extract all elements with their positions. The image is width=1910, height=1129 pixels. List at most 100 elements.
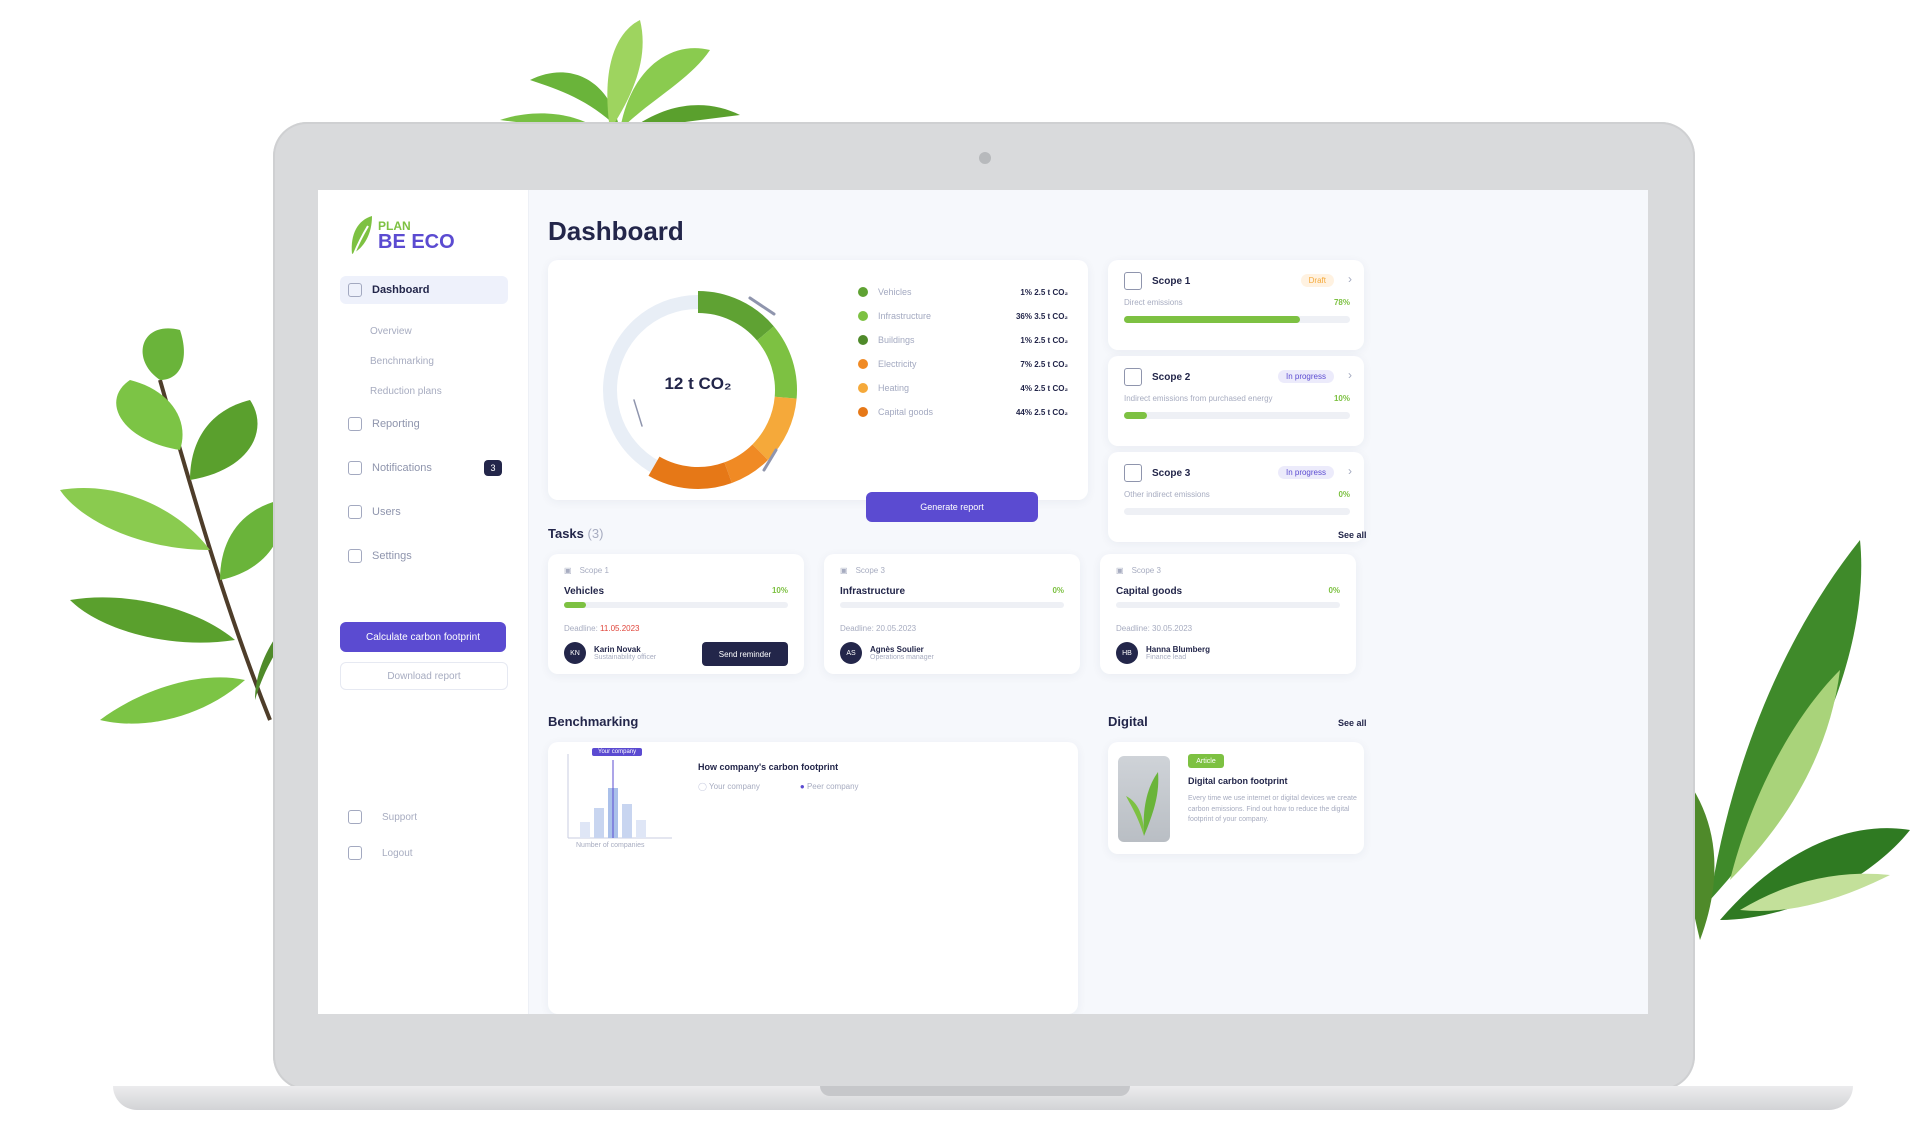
leaf-right-decoration — [1670, 540, 1910, 940]
tasks-see-all-link[interactable]: See all — [1338, 530, 1367, 540]
status-badge: Draft — [1300, 274, 1334, 287]
donut-segment — [648, 456, 732, 489]
benchmarking-card: Your company Number of companies How com… — [548, 742, 1078, 1014]
sidebar: PLAN BE ECO Dashboard Overview Benchmark… — [318, 190, 529, 1014]
bell-icon — [348, 461, 362, 475]
scope-card[interactable]: Scope 1 Draft › Direct emissions 78% — [1108, 260, 1364, 350]
scope-card[interactable]: Scope 3 In progress › Other indirect emi… — [1108, 452, 1364, 542]
your-company-marker: Your company — [592, 748, 643, 756]
task-title: Capital goods — [1116, 586, 1183, 597]
digital-article-card[interactable]: Article Digital carbon footprint Every t… — [1108, 742, 1364, 854]
assignee-name: Karin Novak — [594, 645, 641, 654]
legend-value: 36% 3.5 t CO₂ — [1015, 311, 1068, 321]
legend-dot — [858, 359, 868, 369]
legend-value: 4% 2.5 t CO₂ — [1020, 383, 1068, 393]
laptop-base-notch — [820, 1086, 1130, 1096]
avatar: KN — [564, 642, 586, 664]
article-text: Every time we use internet or digital de… — [1188, 795, 1357, 823]
sidebar-item-label: Reporting — [372, 418, 420, 430]
sidebar-subitem-benchmarking[interactable]: Benchmarking — [340, 350, 508, 372]
support-icon — [348, 810, 362, 824]
sidebar-item-dashboard[interactable]: Dashboard — [340, 276, 508, 304]
sidebar-item-users[interactable]: Users — [340, 498, 508, 526]
calculate-footprint-button[interactable]: Calculate carbon footprint — [340, 622, 506, 652]
scope-description: Direct emissions — [1124, 298, 1183, 307]
task-deadline: Deadline: 11.05.2023 — [564, 624, 640, 633]
plant-image — [1118, 756, 1170, 842]
scope-progress-fill — [1124, 316, 1301, 323]
legend-label: Peer company — [806, 782, 859, 791]
task-progress-bar — [840, 602, 1064, 608]
task-scope-label: Scope 1 — [579, 566, 609, 575]
legend-row: Infrastructure 36% 3.5 t CO₂ — [858, 304, 1068, 328]
legend-dot — [858, 287, 868, 297]
scope-percent: 10% — [1333, 394, 1350, 403]
app-screen: PLAN BE ECO Dashboard Overview Benchmark… — [318, 190, 1648, 1014]
sidebar-item-label: Logout — [382, 847, 413, 859]
chevron-right-icon[interactable]: › — [1348, 368, 1352, 382]
factory-icon — [1124, 272, 1142, 290]
leaf-top-decoration — [500, 20, 740, 130]
sidebar-item-settings[interactable]: Settings — [340, 542, 508, 570]
leaf-logo-icon — [351, 216, 372, 255]
bolt-icon — [1124, 368, 1142, 386]
sidebar-item-label: Settings — [372, 550, 412, 562]
task-card[interactable]: ▣ Scope 3 Infrastructure 0% Deadline: 20.… — [824, 554, 1080, 674]
scope-percent: 0% — [1338, 490, 1350, 499]
legend-value: 44% 2.5 t CO₂ — [1015, 407, 1068, 417]
generate-report-button[interactable]: Generate report — [866, 492, 1038, 522]
legend-dot — [858, 407, 868, 417]
download-report-button[interactable]: Download report — [340, 662, 508, 690]
page-title: Dashboard — [548, 216, 684, 246]
scope-title: Scope 1 — [1152, 275, 1191, 287]
legend-name: Vehicles — [878, 287, 912, 297]
legend-value: 1% 2.5 t CO₂ — [1020, 335, 1068, 345]
task-assignee: HB Hanna Blumberg Finance lead — [1116, 642, 1210, 664]
benchmark-legend: ◯ Your company ● Peer company — [698, 782, 859, 791]
tasks-section-title: Tasks (3) — [548, 526, 603, 541]
task-title: Vehicles — [564, 586, 605, 597]
factory-icon: ▣ — [564, 566, 572, 575]
sidebar-item-notifications[interactable]: Notifications 3 — [340, 454, 508, 482]
emissions-legend: Vehicles 1% 2.5 t CO₂ Infrastructure 36% 3.… — [858, 280, 1068, 424]
scopes-panel: Scope 1 Draft › Direct emissions 78% Sco… — [1108, 260, 1364, 542]
donut-segment — [697, 291, 774, 341]
sidebar-subitem-reduction-plans[interactable]: Reduction plans — [340, 380, 508, 402]
legend-value: 1% 2.5 t CO₂ — [1020, 287, 1068, 297]
legend-dot — [858, 311, 868, 321]
send-reminder-button[interactable]: Send reminder — [702, 642, 788, 666]
network-icon: ▣ — [1116, 566, 1124, 575]
deadline-label: Deadline: — [564, 624, 598, 633]
legend-value: 7% 2.5 t CO₂ — [1020, 359, 1068, 369]
status-badge: In progress — [1277, 370, 1334, 383]
sidebar-item-label: Support — [382, 811, 418, 823]
scope-progress-bar — [1124, 412, 1350, 419]
app-logo[interactable]: PLAN BE ECO — [348, 214, 455, 258]
assignee-role: Finance lead — [1146, 654, 1187, 661]
gear-icon — [348, 549, 362, 563]
legend-row: Vehicles 1% 2.5 t CO₂ — [858, 280, 1068, 304]
scope-title: Scope 3 — [1152, 467, 1191, 479]
donut-segment — [752, 396, 797, 461]
assignee-name: Agnès Soulier — [870, 645, 924, 654]
legend-dot — [858, 335, 868, 345]
emissions-summary-card: 12 t CO₂ Vehicles 1% 2.5 t CO₂ Infrastruct… — [548, 260, 1088, 522]
benchmark-histogram — [567, 754, 672, 839]
deadline-date: 20.05.2023 — [876, 624, 917, 633]
legend-label: Your company — [709, 782, 760, 791]
deadline-label: Deadline: — [1116, 624, 1150, 633]
task-card[interactable]: ▣ Scope 3 Capital goods 0% Deadline: 30.0… — [1100, 554, 1356, 674]
scope-card[interactable]: Scope 2 In progress › Indirect emissions… — [1108, 356, 1364, 446]
sidebar-item-logout[interactable]: Logout — [348, 846, 498, 860]
sidebar-item-support[interactable]: Support — [348, 810, 498, 824]
digital-see-all-link[interactable]: See all — [1338, 718, 1367, 728]
task-card[interactable]: ▣ Scope 1 Vehicles 10% Deadline: 11.05.20… — [548, 554, 804, 674]
donut-segment — [723, 444, 769, 484]
sidebar-item-reporting[interactable]: Reporting — [340, 410, 508, 438]
legend-item: ● Peer company — [799, 782, 859, 791]
legend-name: Infrastructure — [878, 311, 932, 321]
chevron-right-icon[interactable]: › — [1348, 272, 1352, 286]
notification-count-badge: 3 — [484, 460, 502, 476]
chevron-right-icon[interactable]: › — [1348, 464, 1352, 478]
sidebar-subitem-overview[interactable]: Overview — [340, 320, 508, 342]
